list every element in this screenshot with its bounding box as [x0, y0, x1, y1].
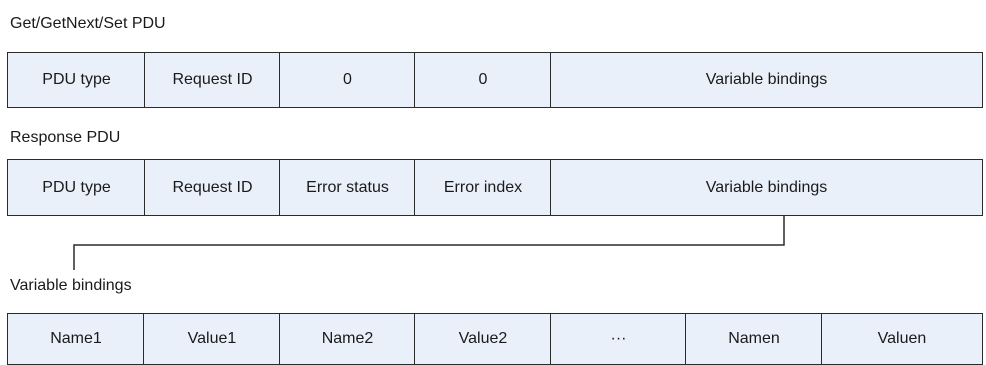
binding-field-namen: Namen	[685, 313, 823, 365]
binding-field-valuen: Valuen	[821, 313, 983, 365]
variable-bindings-caption: Variable bindings	[10, 277, 132, 294]
expansion-connector	[73, 216, 785, 270]
binding-field-value2: Value2	[414, 313, 552, 365]
binding-field-value1: Value1	[143, 313, 281, 365]
binding-field-name1: Name1	[7, 313, 145, 365]
binding-field-name2: Name2	[279, 313, 416, 365]
connector-line	[73, 216, 785, 270]
binding-field-ellipsis: ···	[550, 313, 687, 365]
